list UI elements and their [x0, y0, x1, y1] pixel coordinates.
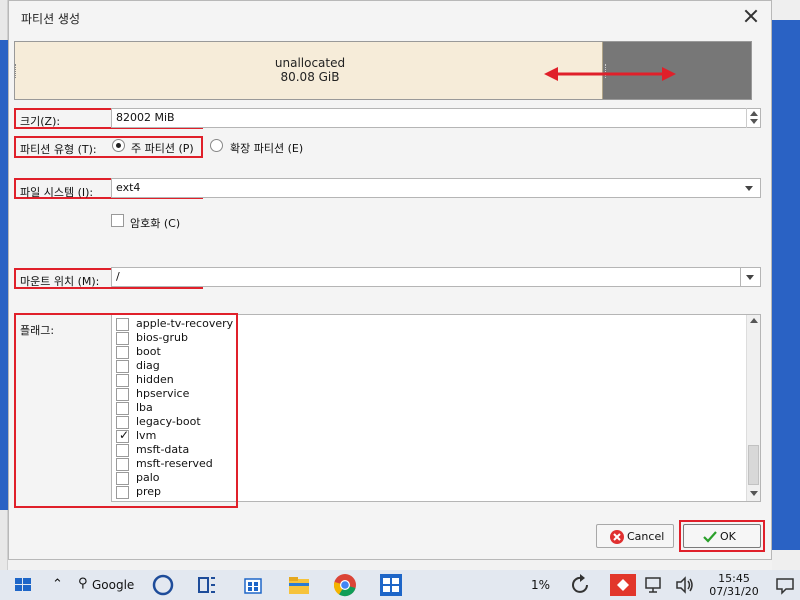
mount-point-label: 마운트 위치 (M): — [20, 275, 100, 288]
flags-scrollbar[interactable] — [746, 315, 760, 501]
filesystem-label: 파일 시스템 (I): — [20, 186, 94, 199]
partition-bar-size: 80.08 GiB — [280, 70, 340, 84]
flags-highlight — [14, 313, 238, 508]
battery-percent[interactable]: 1% — [531, 578, 550, 592]
encryption-label[interactable]: 암호화 (C) — [130, 215, 180, 231]
scroll-up-icon[interactable] — [750, 318, 758, 323]
size-input[interactable]: 82002 MiB — [111, 108, 761, 128]
filesystem-dropdown[interactable]: ext4 — [111, 178, 761, 198]
extended-partition-radio[interactable] — [210, 139, 223, 152]
background-desktop-strip-right — [772, 20, 800, 550]
partition-bar-title: unallocated — [274, 56, 346, 70]
clock[interactable]: 15:45 07/31/20 — [700, 572, 768, 598]
extended-partition-label[interactable]: 확장 파티션 (E) — [230, 140, 303, 156]
dialog-titlebar[interactable]: 파티션 생성 — [9, 1, 771, 35]
dialog-title: 파티션 생성 — [21, 12, 81, 26]
cancel-button[interactable]: Cancel — [596, 524, 674, 548]
windows-start-icon[interactable] — [8, 570, 38, 600]
close-icon[interactable] — [742, 7, 760, 25]
size-label: 크기(Z): — [20, 115, 61, 128]
volume-icon[interactable] — [670, 570, 700, 600]
scroll-down-icon[interactable] — [750, 491, 758, 496]
partition-type-label: 파티션 유형 (T): — [20, 143, 97, 156]
encryption-checkbox[interactable] — [111, 214, 124, 227]
google-search-label[interactable]: Google — [92, 578, 134, 592]
spin-up-icon[interactable] — [750, 111, 758, 116]
cancel-icon — [610, 530, 624, 544]
mount-point-combobox[interactable]: / — [111, 267, 743, 287]
clock-date: 07/31/20 — [709, 585, 759, 598]
cortana-circle-icon[interactable] — [148, 570, 178, 600]
scrollbar-thumb[interactable] — [748, 445, 759, 485]
left-resize-handle[interactable] — [15, 64, 17, 78]
cancel-button-label: Cancel — [627, 530, 665, 543]
spin-down-icon[interactable] — [750, 119, 758, 124]
taskbar: ⌃ ⚲ Google 1% 15:45 07/31/20 — [0, 570, 800, 600]
task-view-icon[interactable] — [192, 570, 222, 600]
clock-time: 15:45 — [718, 572, 750, 585]
anydesk-icon[interactable] — [608, 570, 638, 600]
background-desktop-strip — [0, 40, 8, 510]
file-explorer-icon[interactable] — [284, 570, 314, 600]
refresh-icon[interactable] — [566, 570, 596, 600]
double-arrow-annotation-icon — [544, 67, 676, 81]
partition-bar-label: unallocated 80.08 GiB — [225, 56, 395, 84]
size-spinner[interactable] — [746, 108, 760, 128]
network-icon[interactable] — [640, 570, 670, 600]
search-icon[interactable]: ⚲ — [78, 576, 88, 591]
chrome-icon[interactable] — [330, 570, 360, 600]
checkmark-icon — [703, 531, 717, 543]
windows-app-icon[interactable] — [376, 570, 406, 600]
chevron-down-icon[interactable] — [746, 275, 754, 280]
primary-partition-radio[interactable] — [112, 139, 125, 152]
chevron-up-icon[interactable]: ⌃ — [52, 577, 63, 592]
chevron-down-icon[interactable] — [745, 186, 753, 191]
ok-button-label: OK — [720, 530, 736, 543]
ok-button[interactable]: OK — [683, 524, 761, 548]
store-icon[interactable] — [238, 570, 268, 600]
primary-partition-label[interactable]: 주 파티션 (P) — [131, 140, 194, 156]
notification-icon[interactable] — [770, 570, 800, 600]
